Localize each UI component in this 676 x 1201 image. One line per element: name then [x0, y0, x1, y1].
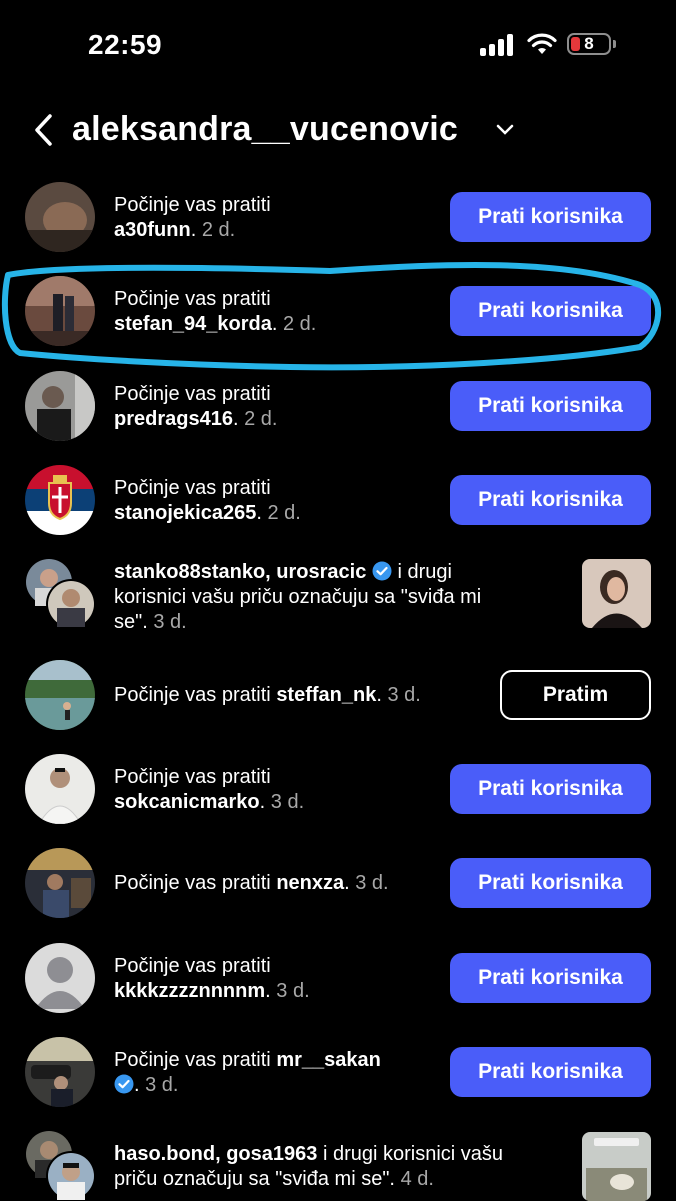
usernames[interactable]: stanko88stanko, urosracic: [114, 561, 366, 583]
notification-text: Počinje vas pratiti steffan_nk. 3 d.: [114, 684, 421, 706]
battery-icon: 8: [567, 33, 616, 55]
follow-button[interactable]: Prati korisnika: [450, 192, 651, 242]
username[interactable]: stanojekica265: [114, 502, 256, 524]
notification-row[interactable]: Počinje vas pratiti kkkkzzzznnnnm. 3 d. …: [0, 933, 676, 1023]
story-thumbnail[interactable]: [582, 559, 651, 628]
notification-text: Počinje vas pratiti nenxza. 3 d.: [114, 872, 389, 894]
timestamp: 2 d.: [283, 313, 317, 335]
wifi-icon: [527, 33, 557, 54]
username[interactable]: kkkkzzzznnnnm: [114, 980, 265, 1002]
usernames[interactable]: haso.bond, gosa1963: [114, 1143, 317, 1165]
verified-badge-icon: [372, 561, 392, 581]
verified-badge-icon: [114, 1074, 134, 1094]
username[interactable]: predrags416: [114, 408, 233, 430]
notification-text: stanko88stanko, urosracic i drugi korisn…: [114, 561, 482, 633]
avatar-stack[interactable]: [25, 558, 97, 630]
notification-row[interactable]: Počinje vas pratiti sokcanicmarko. 3 d. …: [0, 744, 676, 834]
cellular-signal-icon: [480, 34, 516, 56]
status-bar: 22:59 8: [0, 0, 676, 90]
notification-row[interactable]: Počinje vas pratiti mr__sakan . 3 d. Pra…: [0, 1027, 676, 1117]
avatar[interactable]: [25, 371, 95, 441]
chevron-down-icon[interactable]: [494, 122, 516, 138]
timestamp: 3 d.: [153, 611, 187, 633]
avatar[interactable]: [25, 182, 95, 252]
timestamp: 3 d.: [387, 684, 421, 706]
notification-row[interactable]: Počinje vas pratiti stefan_94_korda. 2 d…: [0, 266, 676, 356]
notification-row[interactable]: Počinje vas pratiti a30funn. 2 d. Prati …: [0, 172, 676, 262]
notification-text: Počinje vas pratiti stanojekica265. 2 d.: [114, 477, 301, 524]
notification-row[interactable]: Počinje vas pratiti predrags416. 2 d. Pr…: [0, 361, 676, 451]
back-icon[interactable]: [30, 112, 60, 148]
notification-text: Počinje vas pratiti stefan_94_korda. 2 d…: [114, 288, 317, 335]
notification-text: Počinje vas pratiti a30funn. 2 d.: [114, 194, 271, 241]
avatar[interactable]: [25, 276, 95, 346]
notification-text: Počinje vas pratiti mr__sakan . 3 d.: [114, 1049, 381, 1096]
timestamp: 4 d.: [400, 1168, 434, 1190]
notification-row[interactable]: Počinje vas pratiti nenxza. 3 d. Prati k…: [0, 838, 676, 928]
notification-row[interactable]: haso.bond, gosa1963 i drugi korisnici va…: [0, 1122, 676, 1201]
follow-button[interactable]: Prati korisnika: [450, 953, 651, 1003]
battery-level: 8: [584, 34, 594, 53]
timestamp: 3 d.: [270, 791, 305, 813]
notification-row[interactable]: stanko88stanko, urosracic i drugi korisn…: [0, 550, 676, 645]
page-title[interactable]: aleksandra__vucenovic: [72, 110, 458, 149]
notification-text: haso.bond, gosa1963 i drugi korisnici va…: [114, 1143, 504, 1190]
follow-button[interactable]: Prati korisnika: [450, 1047, 651, 1097]
following-button[interactable]: Pratim: [500, 670, 651, 720]
notification-text: Počinje vas pratiti sokcanicmarko. 3 d.: [114, 766, 305, 813]
username[interactable]: nenxza: [276, 872, 344, 894]
default-avatar-icon[interactable]: [25, 943, 95, 1013]
notification-text: Počinje vas pratiti predrags416. 2 d.: [114, 383, 278, 430]
follow-button[interactable]: Prati korisnika: [450, 286, 651, 336]
notification-row[interactable]: Počinje vas pratiti stanojekica265. 2 d.…: [0, 455, 676, 545]
timestamp: 2 d.: [201, 219, 236, 241]
timestamp: 3 d.: [355, 872, 389, 894]
follow-button[interactable]: Prati korisnika: [450, 858, 651, 908]
timestamp: 2 d.: [244, 408, 278, 430]
avatar[interactable]: [25, 465, 95, 535]
avatar[interactable]: [25, 660, 95, 730]
avatar[interactable]: [25, 848, 95, 918]
follow-button[interactable]: Prati korisnika: [450, 475, 651, 525]
timestamp: 3 d.: [145, 1074, 179, 1096]
notification-row[interactable]: Počinje vas pratiti steffan_nk. 3 d. Pra…: [0, 650, 676, 740]
username[interactable]: stefan_94_korda: [114, 313, 272, 335]
username[interactable]: a30funn: [114, 219, 191, 241]
username[interactable]: steffan_nk: [276, 684, 376, 706]
follow-button[interactable]: Prati korisnika: [450, 764, 651, 814]
avatar[interactable]: [25, 1037, 95, 1107]
avatar[interactable]: [25, 754, 95, 824]
timestamp: 2 d.: [267, 502, 301, 524]
story-thumbnail[interactable]: [582, 1132, 651, 1201]
username[interactable]: sokcanicmarko: [114, 791, 260, 813]
avatar-stack[interactable]: [25, 1130, 97, 1201]
status-time: 22:59: [88, 29, 163, 60]
follow-button[interactable]: Prati korisnika: [450, 381, 651, 431]
header: aleksandra__vucenovic: [0, 100, 676, 160]
username[interactable]: mr__sakan: [276, 1049, 381, 1071]
timestamp: 3 d.: [276, 980, 310, 1002]
notification-text: Počinje vas pratiti kkkkzzzznnnnm. 3 d.: [114, 955, 310, 1002]
